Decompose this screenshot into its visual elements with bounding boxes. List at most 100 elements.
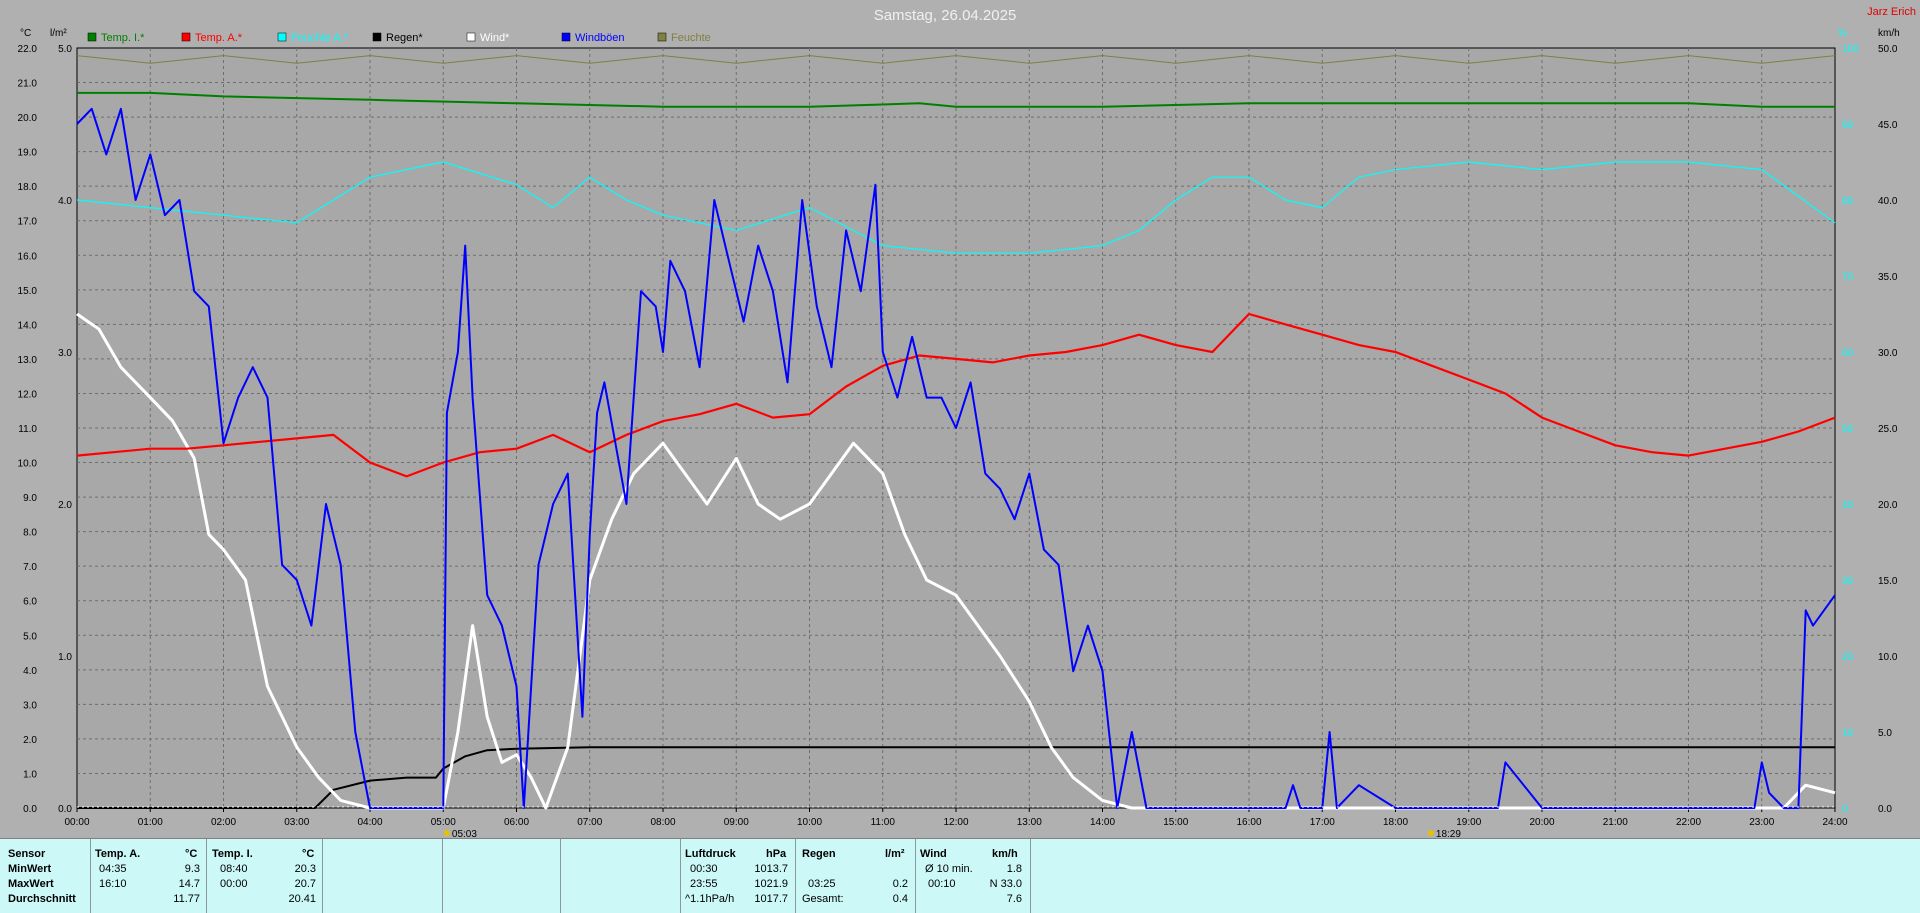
wind-tick-label: 0.0 xyxy=(1878,804,1892,815)
humidity-tick-label: 10 xyxy=(1842,728,1854,739)
temp-tick-label: 9.0 xyxy=(23,493,37,504)
wind-tick-label: 15.0 xyxy=(1878,576,1898,587)
rain-tick-label: 3.0 xyxy=(58,348,72,359)
row-label-sensor: Sensor xyxy=(8,848,46,860)
rain-total-label: Gesamt: xyxy=(802,893,844,905)
sun-markers: 05:03 18:29 xyxy=(443,829,1461,838)
x-tick-label: 12:00 xyxy=(943,817,968,828)
sunrise-icon xyxy=(443,830,450,836)
x-tick-label: 18:00 xyxy=(1383,817,1408,828)
temp-tick-label: 17.0 xyxy=(18,217,38,228)
legend-swatch xyxy=(181,32,191,42)
rain-tick-label: 2.0 xyxy=(58,500,72,511)
wind-max-time: 00:10 xyxy=(928,878,956,890)
temp-tick-label: 19.0 xyxy=(18,148,38,159)
x-tick-label: 10:00 xyxy=(797,817,822,828)
temp-i-max-time: 00:00 xyxy=(220,878,248,890)
rain-total-value: 0.4 xyxy=(892,893,908,905)
temp-tick-label: 8.0 xyxy=(23,528,37,539)
wind-header: Wind xyxy=(920,848,947,860)
pressure-unit: hPa xyxy=(766,848,787,860)
wind-tick-label: 45.0 xyxy=(1878,120,1898,131)
temp-a-min-time: 04:35 xyxy=(99,863,127,875)
temp-tick-label: 0.0 xyxy=(23,804,37,815)
unit-rain-label: l/m² xyxy=(50,28,67,39)
x-tick-label: 21:00 xyxy=(1603,817,1628,828)
rain-max-value: 0.2 xyxy=(892,878,908,890)
row-label-avg: Durchschnitt xyxy=(8,893,76,905)
temp-i-avg-value: 20.41 xyxy=(288,893,316,905)
humidity-tick-label: 40 xyxy=(1842,500,1854,511)
temp-tick-label: 13.0 xyxy=(18,355,38,366)
author-label: Jarz Erich xyxy=(1867,6,1916,18)
temp-tick-label: 3.0 xyxy=(23,700,37,711)
legend: Temp. I.* Temp. A.* Feuchte A.* Regen* Wind*… xyxy=(87,32,711,44)
temp-tick-label: 10.0 xyxy=(18,459,38,470)
temp-tick-label: 18.0 xyxy=(18,182,38,193)
x-tick-label: 14:00 xyxy=(1090,817,1115,828)
x-tick-label: 09:00 xyxy=(724,817,749,828)
legend-label: Temp. I.* xyxy=(101,32,145,44)
temp-tick-label: 15.0 xyxy=(18,286,38,297)
temp-i-min-time: 08:40 xyxy=(220,863,248,875)
x-tick-label: 22:00 xyxy=(1676,817,1701,828)
x-tick-label: 05:00 xyxy=(431,817,456,828)
legend-label: Feuchte xyxy=(671,32,711,44)
temp-tick-label: 16.0 xyxy=(18,251,38,262)
temp-i-min-value: 20.3 xyxy=(294,863,316,875)
sunset-label: 18:29 xyxy=(1436,829,1461,838)
humidity-tick-label: 90 xyxy=(1842,120,1854,131)
temp-i-header: Temp. I. xyxy=(212,848,253,860)
statistics-table: Sensor MinWert MaxWert Durchschnitt Temp… xyxy=(0,838,1920,913)
temp-tick-label: 12.0 xyxy=(18,389,38,400)
temp-tick-label: 22.0 xyxy=(18,44,38,55)
pressure-max-time: 23:55 xyxy=(690,878,718,890)
wind-tick-label: 20.0 xyxy=(1878,500,1898,511)
temp-a-max-value: 14.7 xyxy=(178,878,200,890)
legend-swatch xyxy=(657,32,667,42)
x-tick-label: 17:00 xyxy=(1310,817,1335,828)
temp-tick-label: 1.0 xyxy=(23,769,37,780)
legend-label: Windböen xyxy=(575,32,625,44)
humidity-tick-label: 0 xyxy=(1842,804,1848,815)
rain-tick-label: 4.0 xyxy=(58,196,72,207)
wind-tick-label: 40.0 xyxy=(1878,196,1898,207)
wind-tick-label: 25.0 xyxy=(1878,424,1898,435)
humidity-tick-label: 50 xyxy=(1842,424,1854,435)
pressure-max-value: 1021.9 xyxy=(754,878,788,890)
unit-temp-label: °C xyxy=(20,28,31,39)
x-tick-label: 23:00 xyxy=(1749,817,1774,828)
legend-swatch xyxy=(372,32,382,42)
temp-i-max-value: 20.7 xyxy=(294,878,316,890)
wind-avg10-value: 1.8 xyxy=(1006,863,1022,875)
wind-tick-label: 5.0 xyxy=(1878,728,1892,739)
wind-unit: km/h xyxy=(992,848,1018,860)
x-tick-label: 11:00 xyxy=(871,817,896,828)
wind-avg-value: 7.6 xyxy=(1006,893,1022,905)
x-tick-label: 06:00 xyxy=(504,817,529,828)
temp-a-header: Temp. A. xyxy=(95,848,141,860)
legend-label: Wind* xyxy=(480,32,510,44)
wind-avg10-label: Ø 10 min. xyxy=(925,863,973,875)
x-tick-label: 16:00 xyxy=(1236,817,1261,828)
temp-tick-label: 21.0 xyxy=(18,79,38,90)
row-label-max: MaxWert xyxy=(8,878,54,890)
rain-tick-label: 5.0 xyxy=(58,44,72,55)
temp-tick-label: 11.0 xyxy=(18,424,37,435)
x-tick-label: 00:00 xyxy=(64,817,89,828)
pressure-min-value: 1013.7 xyxy=(754,863,788,875)
sunset-icon xyxy=(1427,830,1434,836)
x-tick-label: 07:00 xyxy=(577,817,602,828)
weather-chart: Temp. I.* Temp. A.* Feuchte A.* Regen* Wind*… xyxy=(18,6,1916,838)
rain-tick-label: 1.0 xyxy=(58,652,72,663)
temp-tick-label: 14.0 xyxy=(18,320,38,331)
legend-label: Temp. A.* xyxy=(195,32,243,44)
temp-tick-label: 7.0 xyxy=(23,562,37,573)
x-tick-label: 04:00 xyxy=(357,817,382,828)
chart-title: Samstag, 26.04.2025 xyxy=(874,7,1017,24)
temp-a-min-value: 9.3 xyxy=(184,863,200,875)
humidity-tick-label: 20 xyxy=(1842,652,1854,663)
temp-tick-label: 4.0 xyxy=(23,666,37,677)
temp-a-unit: °C xyxy=(185,848,198,860)
humidity-tick-label: 30 xyxy=(1842,576,1854,587)
